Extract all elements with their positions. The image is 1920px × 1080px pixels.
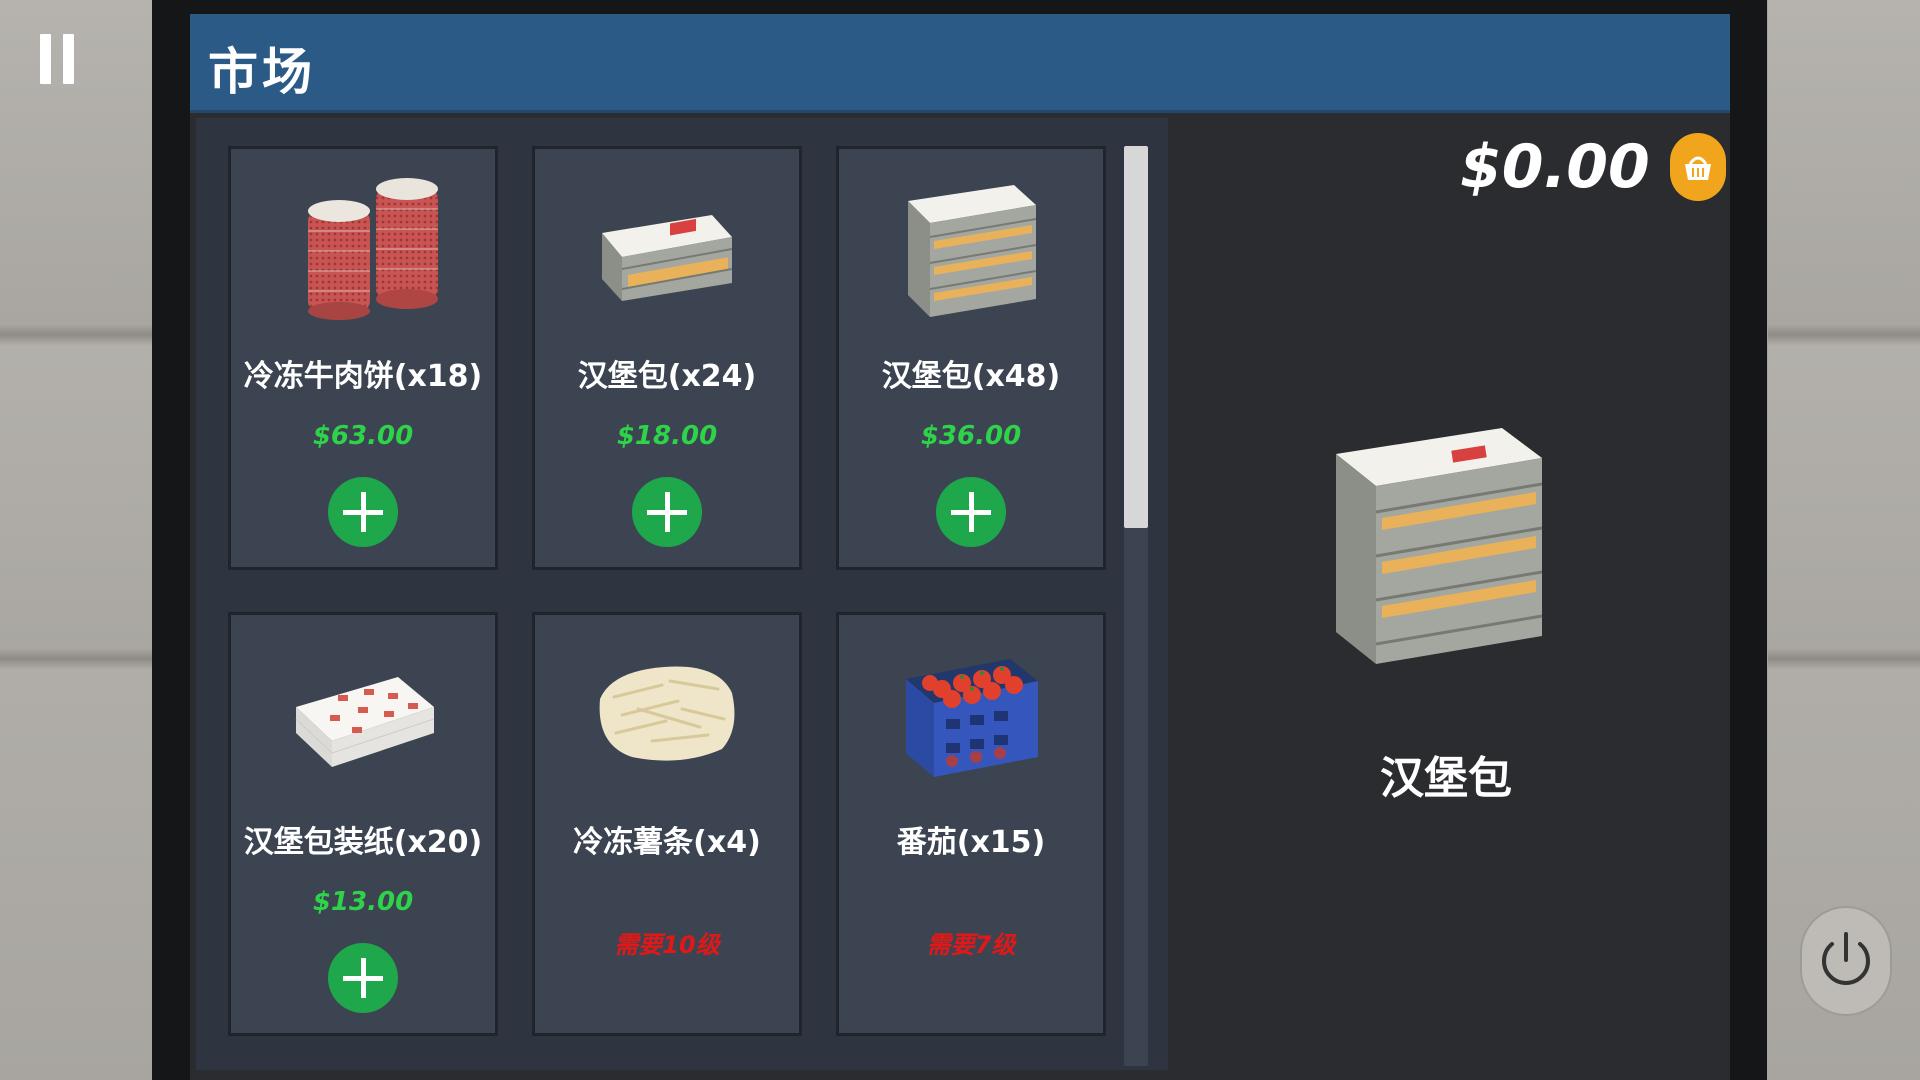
page-title: 市场 — [208, 43, 316, 101]
market-screen: 市场 冷冻牛肉饼(x18) $63.00 汉堡包(x24) $18.00 汉堡包… — [190, 14, 1730, 1080]
item-card[interactable]: 冷冻牛肉饼(x18) $63.00 — [228, 146, 498, 570]
item-name: 汉堡包(x48) — [881, 359, 1061, 394]
wall-left — [0, 0, 152, 1080]
item-card[interactable]: 汉堡包装纸(x20) $13.00 — [228, 612, 498, 1036]
power-icon — [1822, 932, 1870, 985]
add-to-cart-button[interactable] — [328, 477, 398, 547]
item-price: $36.00 — [920, 421, 1022, 451]
item-card[interactable]: 汉堡包(x24) $18.00 — [532, 146, 802, 570]
item-name: 番茄(x15) — [896, 825, 1046, 860]
power-button[interactable] — [1800, 906, 1892, 1016]
preview-item-name: 汉堡包 — [1380, 753, 1512, 804]
level-requirement: 需要10级 — [614, 931, 720, 959]
add-to-cart-button[interactable] — [632, 477, 702, 547]
basket-icon — [1684, 156, 1711, 180]
beef-patty-stack-icon — [308, 178, 438, 320]
pause-icon — [40, 34, 51, 84]
preview-bun-crate-icon — [1336, 428, 1543, 664]
scrollbar-thumb[interactable] — [1124, 146, 1148, 528]
item-name: 冷冻牛肉饼(x18) — [243, 359, 483, 394]
item-price: $13.00 — [312, 887, 414, 917]
bun-crate-small-icon — [602, 215, 733, 301]
item-grid: 冷冻牛肉饼(x18) $63.00 汉堡包(x24) $18.00 汉堡包(x4… — [196, 118, 1168, 1070]
market-header: 市场 — [190, 14, 1730, 113]
scrollbar[interactable] — [1124, 146, 1148, 1066]
item-card[interactable]: 番茄(x15) 需要7级 — [836, 612, 1106, 1036]
balance-amount: $0.00 — [1460, 132, 1650, 202]
wrapping-paper-icon — [295, 677, 435, 767]
pause-button[interactable] — [38, 34, 78, 84]
item-price: $18.00 — [616, 421, 718, 451]
item-name: 汉堡包(x24) — [577, 359, 757, 394]
balance-bar: $0.00 — [1460, 132, 1726, 202]
tomato-crate-icon — [906, 659, 1038, 777]
bun-crate-large-icon — [908, 185, 1037, 317]
add-to-cart-button[interactable] — [936, 477, 1006, 547]
item-card[interactable]: 汉堡包(x48) $36.00 — [836, 146, 1106, 570]
level-requirement: 需要7级 — [926, 931, 1016, 959]
item-card[interactable]: 冷冻薯条(x4) 需要10级 — [532, 612, 802, 1036]
item-name: 汉堡包装纸(x20) — [243, 825, 483, 860]
add-to-cart-button[interactable] — [328, 943, 398, 1013]
fries-bag-icon — [599, 666, 735, 761]
item-name: 冷冻薯条(x4) — [573, 825, 761, 860]
item-price: $63.00 — [312, 421, 414, 451]
basket-button[interactable] — [1669, 133, 1726, 201]
